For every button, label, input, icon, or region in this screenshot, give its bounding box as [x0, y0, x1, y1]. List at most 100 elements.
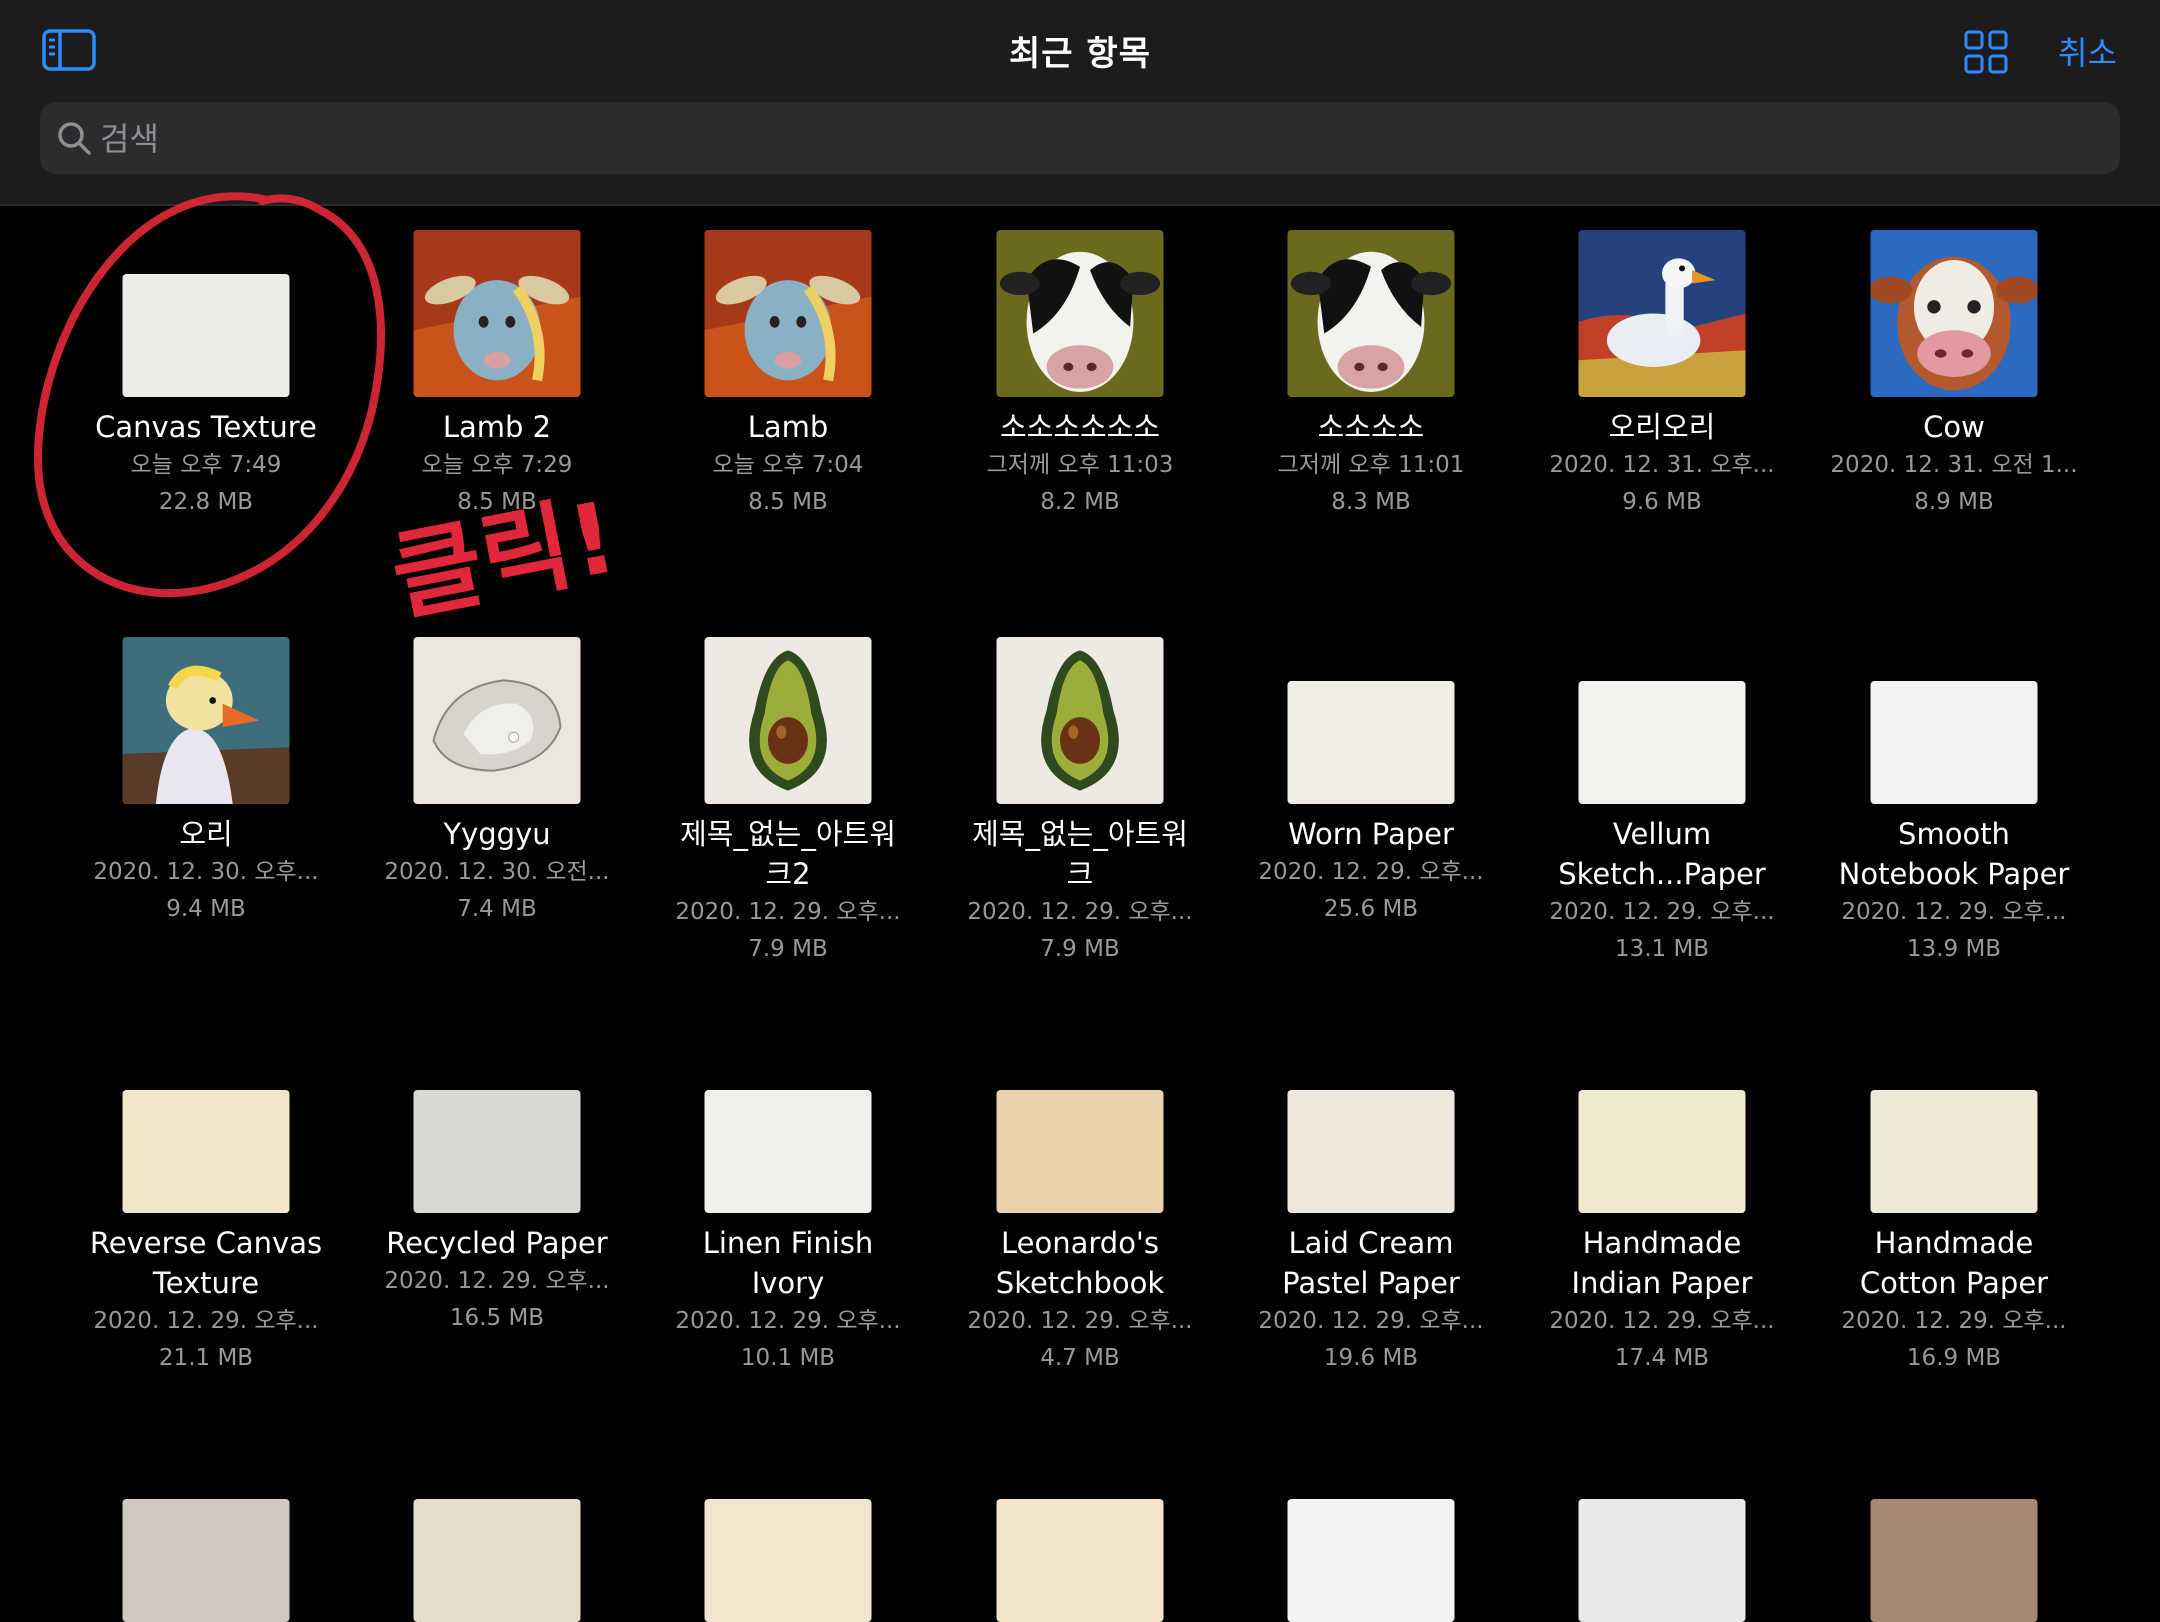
artwork-date: 2020. 12. 29. 오후... [1549, 899, 1775, 925]
artwork-size: 16.9 MB [1906, 1345, 2002, 1371]
artwork-thumbnail[interactable] [413, 230, 581, 397]
artwork-info: 제목_없는_아트워 크 2020. 12. 29. 오후... 7.9 MB [950, 814, 1210, 968]
artwork-thumbnail[interactable] [1578, 230, 1746, 397]
artwork-thumbnail[interactable] [1870, 681, 2038, 804]
artwork-info: Smooth Notebook Paper 2020. 12. 29. 오후...… [1824, 814, 2084, 968]
artwork-thumbnail[interactable] [413, 637, 581, 804]
artwork-thumbnail[interactable] [1578, 1090, 1746, 1213]
artwork-size: 8.2 MB [1040, 489, 1120, 515]
artwork-name: Handmade Cotton Paper [1859, 1226, 2049, 1300]
artwork-name: Smooth Notebook Paper [1838, 817, 2070, 891]
artwork-thumbnail[interactable] [1578, 1499, 1746, 1622]
artwork-date: 2020. 12. 31. 오후... [1549, 452, 1775, 478]
search-input[interactable] [98, 102, 2082, 176]
artwork-name: Leonardo's Sketchbook [995, 1226, 1165, 1300]
artwork-thumbnail[interactable] [704, 1090, 872, 1213]
artwork-thumbnail[interactable] [1287, 1090, 1455, 1213]
artwork-info: Recycled Paper 2020. 12. 29. 오후... 16.5 MB [367, 1223, 627, 1337]
artwork-date: 2020. 12. 29. 오후... [384, 1268, 610, 1294]
artwork-size: 9.4 MB [166, 896, 246, 922]
artwork-size: 8.5 MB [457, 489, 537, 515]
artwork-info: 오리 2020. 12. 30. 오후... 9.4 MB [76, 814, 336, 928]
navigation-bar: 최근 항목 취소 [0, 0, 2160, 206]
artwork-info: Handmade Cotton Paper 2020. 12. 29. 오후...… [1824, 1223, 2084, 1377]
artwork-thumbnail[interactable] [413, 1090, 581, 1213]
artwork-name: Handmade Indian Paper [1571, 1226, 1753, 1300]
artwork-size: 7.9 MB [748, 936, 828, 962]
artwork-thumbnail[interactable] [1287, 1499, 1455, 1622]
artwork-info: 소소소소소소그저께 오후 11:03 8.2 MB [950, 407, 1210, 521]
artwork-thumbnail[interactable] [704, 230, 872, 397]
artwork-size: 13.1 MB [1614, 936, 1710, 962]
artwork-thumbnail[interactable] [122, 1090, 290, 1213]
artwork-info: Yyggyu 2020. 12. 30. 오전... 7.4 MB [367, 814, 627, 928]
artwork-size: 22.8 MB [158, 489, 254, 515]
artwork-thumbnail[interactable] [1287, 681, 1455, 804]
artwork-date: 그저께 오후 11:01 [1277, 452, 1465, 478]
artwork-thumbnail[interactable] [413, 1499, 581, 1622]
artwork-thumbnail[interactable] [122, 637, 290, 804]
artwork-thumbnail[interactable] [1578, 681, 1746, 804]
artwork-info: Cow 2020. 12. 31. 오전 1... 8.9 MB [1824, 407, 2084, 521]
artwork-thumbnail[interactable] [996, 230, 1164, 397]
artwork-date: 2020. 12. 29. 오후... [1841, 1308, 2067, 1334]
artwork-info: 소소소소 그저께 오후 11:01 8.3 MB [1241, 407, 1501, 521]
artwork-date: 2020. 12. 29. 오후... [1549, 1308, 1775, 1334]
artwork-info: Laid Cream Pastel Paper 2020. 12. 29. 오후.… [1241, 1223, 1501, 1377]
artwork-name: 소소소소 [1317, 410, 1425, 444]
artwork-date: 오늘 오후 7:49 [130, 452, 282, 478]
artwork-thumbnail[interactable] [996, 1090, 1164, 1213]
artwork-date: 오늘 오후 7:04 [712, 452, 864, 478]
artwork-info: Lamb 오늘 오후 7:04 8.5 MB [658, 407, 918, 521]
grid-view-icon[interactable] [1964, 30, 2008, 74]
artwork-date: 2020. 12. 29. 오후... [967, 1308, 1193, 1334]
artwork-thumbnail[interactable] [704, 637, 872, 804]
artwork-thumbnail[interactable] [704, 1499, 872, 1622]
artwork-date: 2020. 12. 30. 오전... [384, 859, 610, 885]
artwork-name: Worn Paper [1288, 817, 1454, 851]
artwork-name: Linen Finish Ivory [702, 1226, 874, 1300]
artwork-size: 7.4 MB [457, 896, 537, 922]
artwork-size: 10.1 MB [740, 1345, 836, 1371]
artwork-size: 4.7 MB [1040, 1345, 1120, 1371]
artwork-date: 2020. 12. 29. 오후... [967, 899, 1193, 925]
artwork-size: 19.6 MB [1323, 1345, 1419, 1371]
artwork-size: 13.9 MB [1906, 936, 2002, 962]
artwork-name: Reverse Canvas Texture [89, 1226, 323, 1300]
artwork-name: 제목_없는_아트워 크 [972, 817, 1188, 891]
artwork-name: Canvas Texture [95, 410, 317, 444]
artwork-thumbnail[interactable] [1870, 1499, 2038, 1622]
artwork-info: Reverse Canvas Texture 2020. 12. 29. 오후..… [76, 1223, 336, 1377]
artwork-size: 21.1 MB [158, 1345, 254, 1371]
artwork-name: Recycled Paper [386, 1226, 608, 1260]
artwork-date: 2020. 12. 29. 오후... [675, 1308, 901, 1334]
artwork-date: 2020. 12. 29. 오후... [1258, 859, 1484, 885]
artwork-thumbnail[interactable] [122, 1499, 290, 1622]
artwork-thumbnail[interactable] [1870, 1090, 2038, 1213]
artwork-thumbnail[interactable] [1870, 230, 2038, 397]
artwork-thumbnail[interactable] [996, 1499, 1164, 1622]
artwork-date: 그저께 오후 11:03 [986, 452, 1174, 478]
artwork-info: Leonardo's Sketchbook 2020. 12. 29. 오후...… [950, 1223, 1210, 1377]
artwork-name: 제목_없는_아트워 크2 [680, 817, 896, 891]
artwork-thumbnail[interactable] [122, 274, 290, 397]
artwork-date: 2020. 12. 29. 오후... [1258, 1308, 1484, 1334]
artwork-date: 2020. 12. 29. 오후... [1841, 899, 2067, 925]
artwork-size: 9.6 MB [1622, 489, 1702, 515]
artwork-date: 2020. 12. 29. 오후... [675, 899, 901, 925]
artwork-date: 2020. 12. 30. 오후... [93, 859, 319, 885]
search-bar[interactable] [40, 102, 2120, 176]
artwork-thumbnail[interactable] [996, 637, 1164, 804]
artwork-size: 17.4 MB [1614, 1345, 1710, 1371]
artwork-date: 2020. 12. 29. 오후... [93, 1308, 319, 1334]
cancel-button[interactable]: 취소 [2058, 28, 2117, 74]
artwork-info: Worn Paper 2020. 12. 29. 오후... 25.6 MB [1241, 814, 1501, 928]
artwork-info: Canvas Texture 오늘 오후 7:49 22.8 MB [76, 407, 336, 521]
artwork-name: Laid Cream Pastel Paper [1282, 1226, 1460, 1300]
search-icon [56, 120, 92, 156]
artwork-name: 소소소소소소 [999, 410, 1161, 444]
artwork-name: Lamb [747, 410, 829, 444]
artwork-thumbnail[interactable] [1287, 230, 1455, 397]
artwork-name: 오리오리 [1608, 410, 1716, 444]
artwork-name: Vellum Sketch...Paper [1558, 817, 1766, 891]
